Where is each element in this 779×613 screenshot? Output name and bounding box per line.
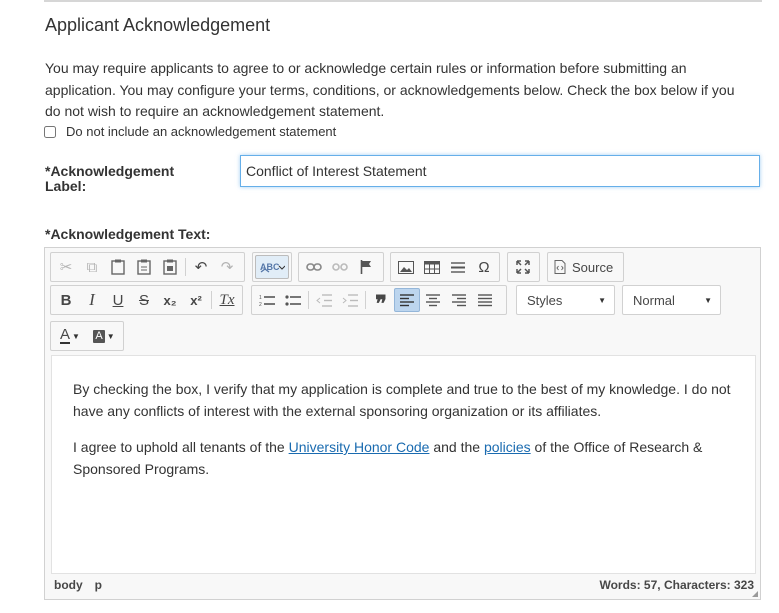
top-divider	[44, 0, 762, 2]
copy-icon[interactable]: ⧉	[79, 255, 105, 279]
intro-line: You may require applicants to agree to o…	[45, 60, 687, 76]
rich-text-editor: ✂ ⧉ ↶ ↷ ABC Ω Source B I U S x₂ x² Tx 1 …	[44, 247, 761, 600]
content-paragraph: By checking the box, I verify that my ap…	[73, 381, 731, 419]
format-dropdown[interactable]: Normal ▼	[622, 285, 721, 315]
chevron-down-icon: ▼	[704, 295, 712, 305]
redo-icon[interactable]: ↷	[214, 255, 240, 279]
chevron-down-icon: ▼	[598, 295, 606, 305]
horizontal-line-icon[interactable]	[445, 255, 471, 279]
blockquote-icon[interactable]: ❞	[368, 288, 394, 316]
superscript-icon[interactable]: x²	[183, 288, 209, 312]
paste-text-icon[interactable]	[131, 255, 157, 279]
underline-icon[interactable]: U	[105, 288, 131, 312]
basic-style-toolgroup: B I U S x₂ x² Tx	[50, 285, 243, 315]
spellcheck-icon[interactable]: ABC	[255, 255, 289, 279]
editor-status-bar: body p Words: 57, Characters: 323	[54, 578, 754, 592]
content-text: I agree to uphold all tenants of the	[73, 439, 289, 455]
svg-text:1: 1	[259, 295, 262, 301]
styles-label: Styles	[527, 292, 563, 308]
subscript-icon[interactable]: x₂	[157, 288, 183, 312]
anchor-flag-icon[interactable]	[353, 255, 379, 279]
toolbar-separator	[365, 291, 366, 309]
section-title: Applicant Acknowledgement	[45, 15, 271, 35]
path-p[interactable]: p	[95, 578, 102, 592]
source-button[interactable]: Source	[547, 252, 624, 282]
font-color-icon: A	[60, 326, 71, 344]
strikethrough-icon[interactable]: S	[131, 288, 157, 312]
indent-icon[interactable]	[337, 288, 363, 312]
acknowledgement-label-input[interactable]	[240, 155, 760, 187]
no-acknowledgement-label: Do not include an acknowledgement statem…	[66, 124, 337, 139]
paragraph-toolgroup: 12 ❞	[251, 285, 507, 316]
label-caption-line: *Acknowledgement	[45, 163, 175, 179]
paste-word-icon[interactable]	[157, 255, 183, 279]
align-left-icon[interactable]	[394, 288, 420, 312]
styles-dropdown[interactable]: Styles ▼	[516, 285, 615, 315]
resize-handle-icon[interactable]	[752, 591, 758, 597]
bulleted-list-icon[interactable]	[280, 288, 306, 312]
clipboard-toolgroup: ✂ ⧉ ↶ ↷	[50, 252, 245, 282]
align-center-icon[interactable]	[420, 288, 446, 312]
remove-format-icon[interactable]: Tx	[214, 288, 240, 312]
source-label: Source	[572, 259, 614, 275]
image-icon[interactable]	[393, 255, 419, 279]
paste-icon[interactable]	[105, 255, 131, 279]
special-char-icon[interactable]: Ω	[471, 255, 497, 279]
background-color-button[interactable]: A ▼	[87, 324, 121, 348]
toolbar-separator	[185, 258, 186, 276]
undo-icon[interactable]: ↶	[188, 255, 214, 279]
content-text: and the	[429, 439, 484, 455]
link-toolgroup	[298, 252, 384, 282]
numbered-list-icon[interactable]: 12	[254, 288, 280, 312]
maximize-icon[interactable]	[510, 255, 536, 279]
no-acknowledgement-option[interactable]: Do not include an acknowledgement statem…	[44, 124, 336, 139]
label-caption-line: Label:	[45, 178, 87, 194]
policies-link[interactable]: policies	[484, 439, 531, 455]
insert-toolgroup: Ω	[390, 252, 500, 282]
align-right-icon[interactable]	[446, 288, 472, 312]
chevron-down-icon: ▼	[106, 331, 115, 341]
acknowledgement-label-caption: *Acknowledgement Label:	[45, 164, 225, 194]
format-label: Normal	[633, 292, 675, 308]
svg-text:2: 2	[259, 302, 262, 307]
justify-icon[interactable]	[472, 288, 498, 312]
cut-icon[interactable]: ✂	[53, 255, 79, 279]
acknowledgement-text-caption: *Acknowledgement Text:	[45, 226, 211, 242]
unlink-icon[interactable]	[327, 255, 353, 279]
table-icon[interactable]	[419, 255, 445, 279]
intro-line: application. You may configure your term…	[45, 81, 735, 98]
link-icon[interactable]	[301, 255, 327, 279]
editor-content-area[interactable]: By checking the box, I verify that my ap…	[51, 355, 756, 574]
toolbar-separator	[308, 291, 309, 309]
chevron-down-icon: ▼	[72, 331, 80, 341]
content-paragraph: I agree to uphold all tenants of the Uni…	[73, 436, 733, 480]
word-count: Words: 57, Characters: 323	[599, 578, 754, 592]
source-icon	[554, 260, 566, 274]
element-path: body p	[54, 578, 114, 592]
spellcheck-toolgroup: ABC	[252, 252, 292, 282]
color-toolgroup: A ▼ A ▼	[50, 321, 124, 351]
bold-icon[interactable]: B	[53, 288, 79, 312]
path-body[interactable]: body	[54, 578, 83, 592]
intro-text: You may require applicants to agree to o…	[45, 58, 760, 123]
text-color-button[interactable]: A ▼	[53, 324, 87, 348]
intro-line: do not wish to require an acknowledgemen…	[45, 103, 385, 119]
bg-color-icon: A	[93, 329, 105, 343]
no-acknowledgement-checkbox[interactable]	[44, 125, 56, 138]
toolbar-separator	[211, 291, 212, 309]
outdent-icon[interactable]	[311, 288, 337, 312]
honor-code-link[interactable]: University Honor Code	[289, 439, 430, 455]
maximize-toolgroup	[507, 252, 540, 282]
italic-icon[interactable]: I	[79, 288, 105, 312]
